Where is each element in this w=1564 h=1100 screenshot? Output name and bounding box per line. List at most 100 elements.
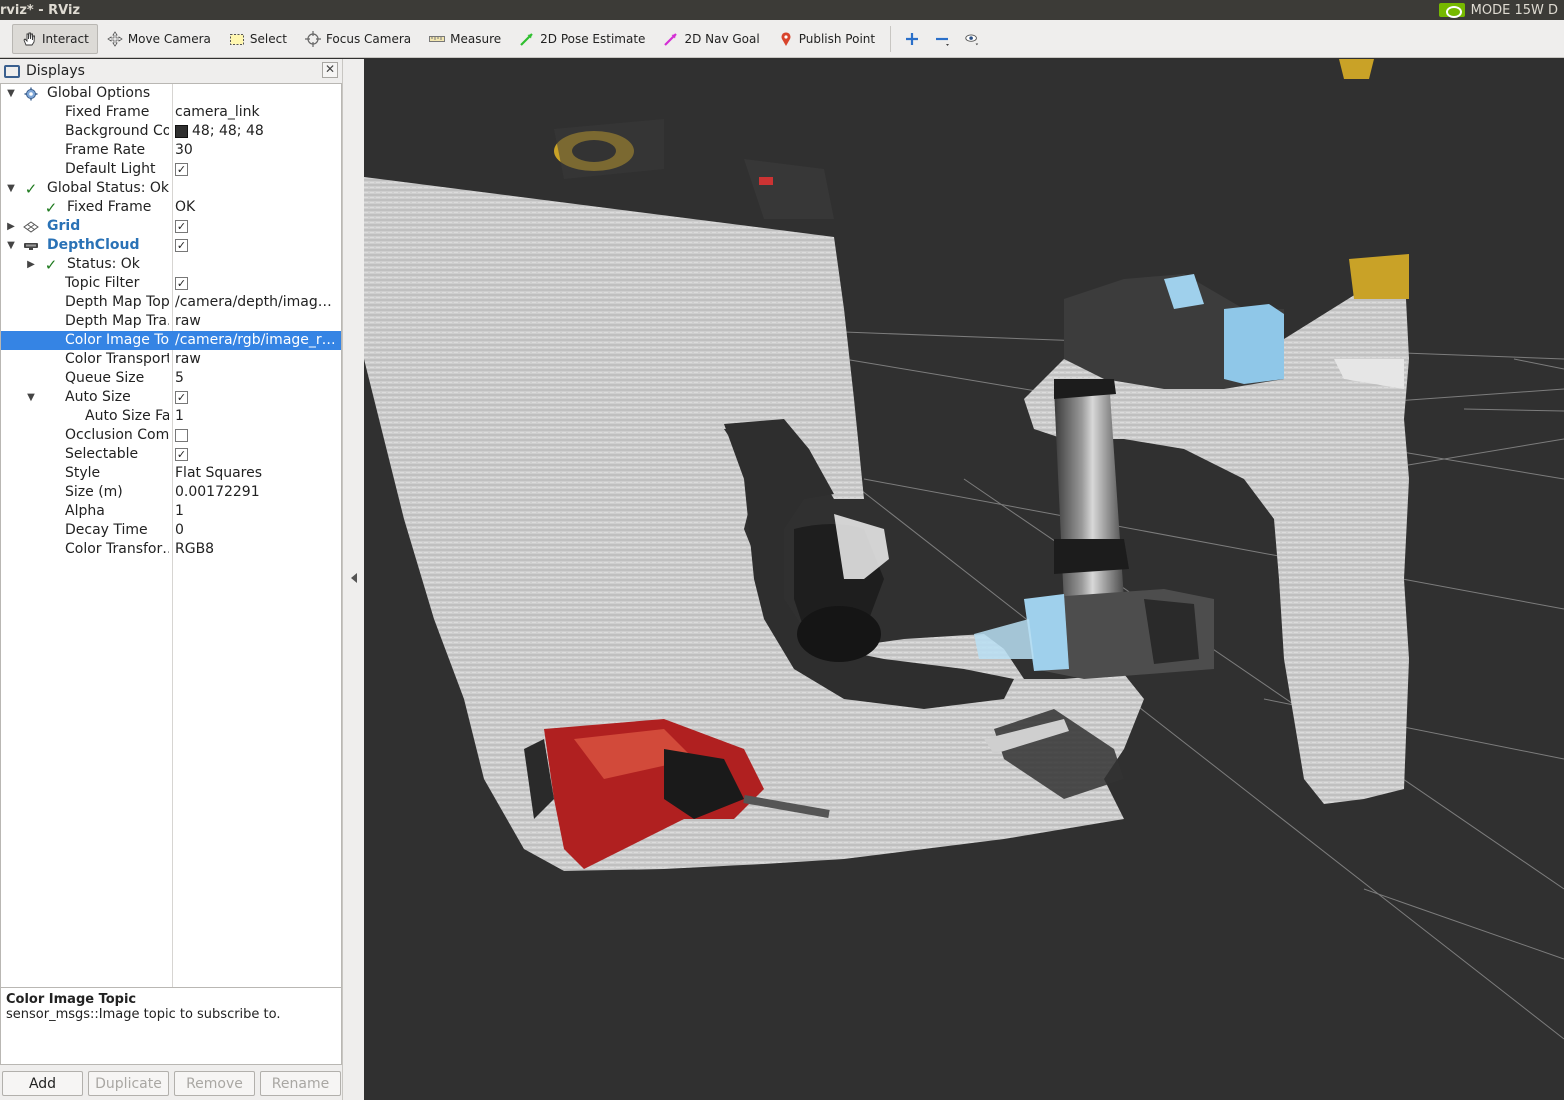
tree-row[interactable]: Style Flat Squares: [1, 464, 341, 483]
ruler-icon: [429, 31, 446, 47]
tree-row-value[interactable]: ✓: [175, 445, 339, 464]
tree-row-value[interactable]: ✓: [175, 236, 339, 255]
tree-row-name: Decay Time: [65, 522, 148, 538]
tree-row[interactable]: ▼ ✓ Global Status: Ok: [1, 179, 341, 198]
tree-row[interactable]: Decay Time 0: [1, 521, 341, 540]
tree-row-value[interactable]: 1: [175, 502, 339, 521]
add-tool-button[interactable]: [897, 24, 927, 54]
tree-row-name: Background Color: [65, 123, 169, 139]
expand-arrow-icon[interactable]: ▼: [5, 236, 17, 255]
tree-row-value[interactable]: 0.00172291: [175, 483, 339, 502]
tree-row-value[interactable]: ✓: [175, 160, 339, 179]
tree-row-value[interactable]: raw: [175, 312, 339, 331]
tree-row-value[interactable]: [175, 84, 339, 103]
tree-row-value[interactable]: RGB8: [175, 540, 339, 559]
tree-row-value[interactable]: ✓: [175, 388, 339, 407]
collapse-arrow-icon[interactable]: [351, 573, 357, 583]
tool-publish-point[interactable]: Publish Point: [769, 24, 884, 54]
tree-row[interactable]: ▼ Auto Size ✓: [1, 388, 341, 407]
tool-2d-nav-goal[interactable]: 2D Nav Goal: [654, 24, 768, 54]
expand-arrow-icon[interactable]: ▼: [5, 179, 17, 198]
tree-row[interactable]: Selectable ✓: [1, 445, 341, 464]
checkbox[interactable]: ✓: [175, 448, 188, 461]
tree-row-value[interactable]: OK: [175, 198, 339, 217]
tree-row-value[interactable]: raw: [175, 350, 339, 369]
tool-label: Move Camera: [127, 31, 211, 46]
3d-viewport[interactable]: [364, 59, 1564, 1100]
tree-row-value[interactable]: ✓: [175, 217, 339, 236]
tree-row[interactable]: Frame Rate 30: [1, 141, 341, 160]
collapse-arrow-icon[interactable]: ▶: [5, 217, 17, 236]
panel-splitter[interactable]: [343, 59, 364, 1100]
tree-row-value[interactable]: [175, 255, 339, 274]
view-options-button[interactable]: [957, 24, 987, 54]
tree-row-value[interactable]: 1: [175, 407, 339, 426]
tree-row-value-text: 1: [175, 408, 184, 424]
tree-row-value[interactable]: /camera/depth/imag…: [175, 293, 339, 312]
power-mode-label[interactable]: MODE 15W D: [1471, 3, 1558, 18]
tree-row[interactable]: Occlusion Com…: [1, 426, 341, 445]
tool-select[interactable]: Select: [220, 24, 296, 54]
tree-row-value[interactable]: 0: [175, 521, 339, 540]
help-box: Color Image Topic sensor_msgs::Image top…: [0, 987, 342, 1065]
remove-tool-button[interactable]: [927, 24, 957, 54]
tool-move-camera[interactable]: Move Camera: [98, 24, 220, 54]
tool-measure[interactable]: Measure: [420, 24, 510, 54]
checkbox[interactable]: [175, 429, 188, 442]
tree-row[interactable]: Depth Map Tra… raw: [1, 312, 341, 331]
color-swatch[interactable]: [175, 125, 188, 138]
tree-row[interactable]: Alpha 1: [1, 502, 341, 521]
tree-row-value[interactable]: [175, 426, 339, 445]
tree-row[interactable]: Auto Size Fac… 1: [1, 407, 341, 426]
tree-row-value-text: /camera/depth/imag…: [175, 294, 332, 310]
tree-row[interactable]: ▶ Grid ✓: [1, 217, 341, 236]
checkbox[interactable]: ✓: [175, 163, 188, 176]
tool-interact[interactable]: Interact: [12, 23, 98, 54]
tree-row-value[interactable]: /camera/rgb/image_r…: [175, 331, 339, 350]
close-icon[interactable]: ✕: [322, 62, 338, 78]
tool-focus-camera[interactable]: Focus Camera: [296, 24, 420, 54]
checkbox[interactable]: ✓: [175, 391, 188, 404]
displays-panel-header: Displays ✕: [0, 59, 342, 83]
tree-row[interactable]: Topic Filter ✓: [1, 274, 341, 293]
tree-row[interactable]: Default Light ✓: [1, 160, 341, 179]
tree-row-name: Topic Filter: [65, 275, 140, 291]
checkbox[interactable]: ✓: [175, 277, 188, 290]
tree-row-value[interactable]: 30: [175, 141, 339, 160]
tool-label: 2D Nav Goal: [684, 31, 760, 46]
tree-row[interactable]: ▶ ✓ Status: Ok: [1, 255, 341, 274]
tree-row-value[interactable]: camera_link: [175, 103, 339, 122]
tree-row[interactable]: Color Transfor… RGB8: [1, 540, 341, 559]
tool-label: Focus Camera: [325, 31, 412, 46]
tree-row-name: DepthCloud: [47, 237, 140, 253]
expand-arrow-icon[interactable]: ▼: [25, 388, 37, 407]
tree-row[interactable]: Depth Map Topic/camera/depth/imag…: [1, 293, 341, 312]
tree-row-value[interactable]: 48; 48; 48: [175, 122, 339, 141]
tree-row[interactable]: Queue Size 5: [1, 369, 341, 388]
grid-icon: [23, 219, 39, 234]
tree-row[interactable]: ✓ Fixed Frame OK: [1, 198, 341, 217]
checkbox[interactable]: ✓: [175, 239, 188, 252]
checkbox[interactable]: ✓: [175, 220, 188, 233]
tree-row-value[interactable]: ✓: [175, 274, 339, 293]
tree-row[interactable]: ▼ DepthCloud ✓: [1, 236, 341, 255]
tool-label: Select: [249, 31, 287, 46]
collapse-arrow-icon[interactable]: ▶: [25, 255, 37, 274]
rename-button[interactable]: Rename: [260, 1071, 341, 1096]
remove-button[interactable]: Remove: [174, 1071, 255, 1096]
tree-row[interactable]: Background Color 48; 48; 48: [1, 122, 341, 141]
tree-row-value[interactable]: 5: [175, 369, 339, 388]
tree-row[interactable]: Color Transport… raw: [1, 350, 341, 369]
tree-row[interactable]: Color Image Topic/camera/rgb/image_r…: [1, 331, 341, 350]
expand-arrow-icon[interactable]: ▼: [5, 84, 17, 103]
display-tree[interactable]: ▼ Global Options Fixed Frame camera_link Bac…: [0, 83, 342, 1043]
tree-row-value[interactable]: Flat Squares: [175, 464, 339, 483]
tree-row-value[interactable]: [175, 179, 339, 198]
add-button[interactable]: Add: [2, 1071, 83, 1096]
tree-row[interactable]: ▼ Global Options: [1, 84, 341, 103]
tool-2d-pose-estimate[interactable]: 2D Pose Estimate: [510, 24, 654, 54]
tree-row[interactable]: Size (m) 0.00172291: [1, 483, 341, 502]
tree-row[interactable]: Fixed Frame camera_link: [1, 103, 341, 122]
nvidia-icon[interactable]: [1438, 3, 1465, 18]
duplicate-button[interactable]: Duplicate: [88, 1071, 169, 1096]
